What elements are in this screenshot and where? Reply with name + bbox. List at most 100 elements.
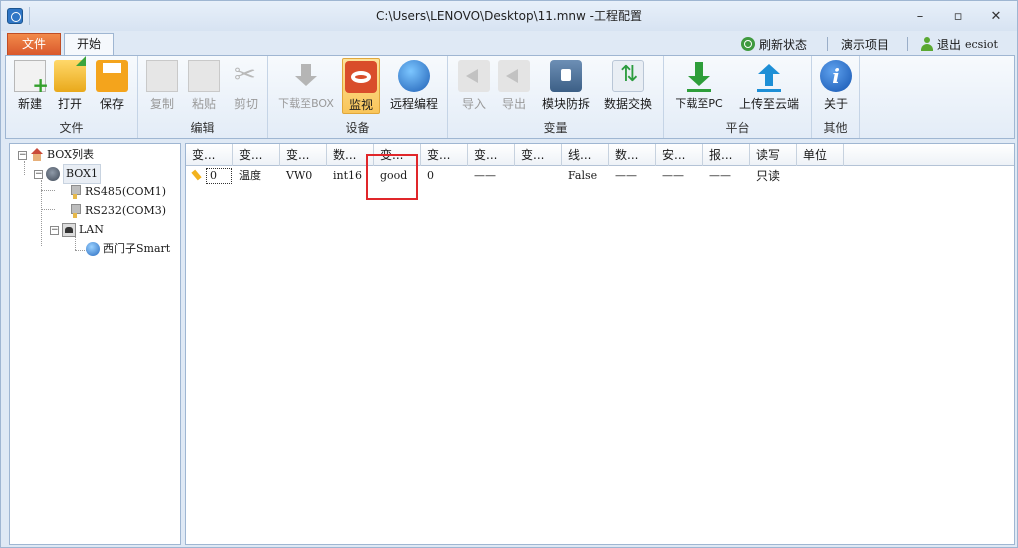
column-header[interactable]: 变... xyxy=(186,144,233,166)
download-to-box-button[interactable]: 下载至BOX xyxy=(274,60,338,114)
edit-group: 复制 粘贴 剪切 编辑 xyxy=(138,56,268,138)
file-group-label: 文件 xyxy=(59,121,84,135)
exchange-icon xyxy=(612,60,644,92)
export-button[interactable]: 导出 xyxy=(496,60,532,114)
serial-port-icon xyxy=(68,185,82,199)
tree-node-box-list[interactable]: − BOX列表 xyxy=(18,146,94,164)
user-icon xyxy=(921,37,933,51)
edit-group-label: 编辑 xyxy=(190,121,215,135)
variable-address-cell[interactable]: VW0 xyxy=(280,167,312,185)
box-tree-panel: − BOX列表 − BOX1 RS485(COM1) RS232(COM3) −… xyxy=(9,143,181,545)
table-row[interactable]: 0 温度 VW0 int16 good 0 —— False —— —— —— … xyxy=(186,167,1014,185)
edit-pencil-icon xyxy=(192,170,204,182)
table-cell[interactable]: —— xyxy=(609,167,637,185)
other-group-label: 其他 xyxy=(823,121,848,135)
close-icon[interactable]: ✕ xyxy=(989,10,1003,23)
variable-id-cell[interactable]: 0 xyxy=(206,168,232,184)
column-header[interactable]: 报... xyxy=(703,144,750,166)
monitor-button[interactable]: 监视 xyxy=(342,58,380,114)
refresh-icon xyxy=(741,37,755,51)
cut-button[interactable]: 剪切 xyxy=(228,60,264,114)
new-file-icon xyxy=(14,60,49,97)
serial-port-icon xyxy=(68,204,82,218)
logout-label: 退出 xyxy=(937,37,962,52)
column-header[interactable]: 读写 xyxy=(750,144,797,166)
data-exchange-button[interactable]: 数据交换 xyxy=(602,60,654,114)
column-header[interactable]: 变... xyxy=(233,144,280,166)
table-cell[interactable]: —— xyxy=(703,167,731,185)
table-cell[interactable]: False xyxy=(562,167,597,185)
table-cell[interactable] xyxy=(515,167,521,185)
column-header[interactable]: 变... xyxy=(468,144,515,166)
device-group-label: 设备 xyxy=(345,121,370,135)
download-to-pc-button[interactable]: 下载至PC xyxy=(670,60,728,114)
plc-icon xyxy=(86,242,100,256)
variable-name-cell[interactable]: 温度 xyxy=(233,167,261,185)
upload-to-cloud-button[interactable]: 上传至云端 xyxy=(736,60,802,114)
platform-group-label: 平台 xyxy=(725,121,750,135)
import-icon xyxy=(458,60,490,92)
action-separator xyxy=(907,37,908,51)
paste-button[interactable]: 粘贴 xyxy=(186,60,222,114)
grid-header: 变... 变... 变... 数... 变... 变... 变... 变... … xyxy=(186,144,1014,166)
collapse-icon[interactable]: − xyxy=(34,169,43,179)
module-protect-button[interactable]: 模块防拆 xyxy=(540,60,592,114)
collapse-icon[interactable]: − xyxy=(50,225,59,235)
tree-node-rs232[interactable]: RS232(COM3) xyxy=(68,202,166,220)
read-write-cell[interactable]: 只读 xyxy=(750,167,780,185)
column-header[interactable]: 单位 xyxy=(797,144,844,166)
tree-node-box1[interactable]: − BOX1 xyxy=(34,164,101,184)
about-button[interactable]: i 关于 xyxy=(818,60,854,114)
file-group: 新建 打开 保存 文件 xyxy=(6,56,138,138)
tree-node-lan[interactable]: − LAN xyxy=(50,221,104,239)
lan-icon xyxy=(62,223,76,237)
scissors-icon xyxy=(230,60,262,92)
column-header[interactable]: 数... xyxy=(609,144,656,166)
download-arrow-icon xyxy=(290,60,322,92)
tree-node-plc[interactable]: 西门子Smart xyxy=(86,240,170,258)
demo-project-button[interactable]: 演示项目 xyxy=(841,35,889,53)
new-button[interactable]: 新建 xyxy=(12,60,49,114)
copy-icon xyxy=(146,60,178,92)
variable-value-cell[interactable]: 0 xyxy=(421,167,434,185)
tree-node-rs485[interactable]: RS485(COM1) xyxy=(68,183,166,201)
data-type-cell[interactable]: int16 xyxy=(327,167,362,185)
copy-button[interactable]: 复制 xyxy=(144,60,180,114)
open-button[interactable]: 打开 xyxy=(52,56,88,114)
collapse-icon[interactable]: − xyxy=(18,150,27,160)
column-header[interactable]: 安... xyxy=(656,144,703,166)
device-group: 下载至BOX 监视 远程编程 设备 xyxy=(268,56,448,138)
tab-file[interactable]: 文件 xyxy=(7,33,61,55)
tree-line xyxy=(41,190,55,191)
unit-cell[interactable] xyxy=(797,167,803,185)
column-header[interactable]: 变... xyxy=(515,144,562,166)
column-header[interactable]: 变... xyxy=(280,144,327,166)
remote-programming-button[interactable]: 远程编程 xyxy=(386,60,442,114)
save-icon xyxy=(96,60,128,92)
upload-blue-icon xyxy=(753,60,785,92)
action-separator xyxy=(827,37,828,51)
maximize-icon[interactable]: ▫ xyxy=(951,10,965,23)
status-highlight-box xyxy=(366,154,418,200)
box-device-icon xyxy=(46,167,60,181)
logout-button[interactable]: 退出 ecsiot xyxy=(921,35,998,53)
variable-group: 导入 导出 模块防拆 数据交换 变量 xyxy=(448,56,664,138)
tab-start[interactable]: 开始 xyxy=(64,33,114,56)
home-icon xyxy=(30,148,44,162)
save-button[interactable]: 保存 xyxy=(94,60,130,114)
lock-icon xyxy=(550,60,582,92)
refresh-status-button[interactable]: 刷新状态 xyxy=(741,35,807,53)
app-window: C:\Users\LENOVO\Desktop\11.mnw -工程配置 – ▫… xyxy=(0,0,1018,548)
username-label: ecsiot xyxy=(965,37,998,51)
minimize-icon[interactable]: – xyxy=(913,10,927,23)
column-header[interactable]: 变... xyxy=(421,144,468,166)
import-button[interactable]: 导入 xyxy=(456,60,492,114)
table-cell[interactable]: —— xyxy=(468,167,496,185)
variable-grid: 变... 变... 变... 数... 变... 变... 变... 变... … xyxy=(185,143,1015,545)
info-icon: i xyxy=(820,60,852,92)
table-cell[interactable]: —— xyxy=(656,167,684,185)
download-green-icon xyxy=(683,60,715,92)
column-header[interactable]: 线... xyxy=(562,144,609,166)
export-icon xyxy=(498,60,530,92)
tree-line xyxy=(41,209,55,210)
